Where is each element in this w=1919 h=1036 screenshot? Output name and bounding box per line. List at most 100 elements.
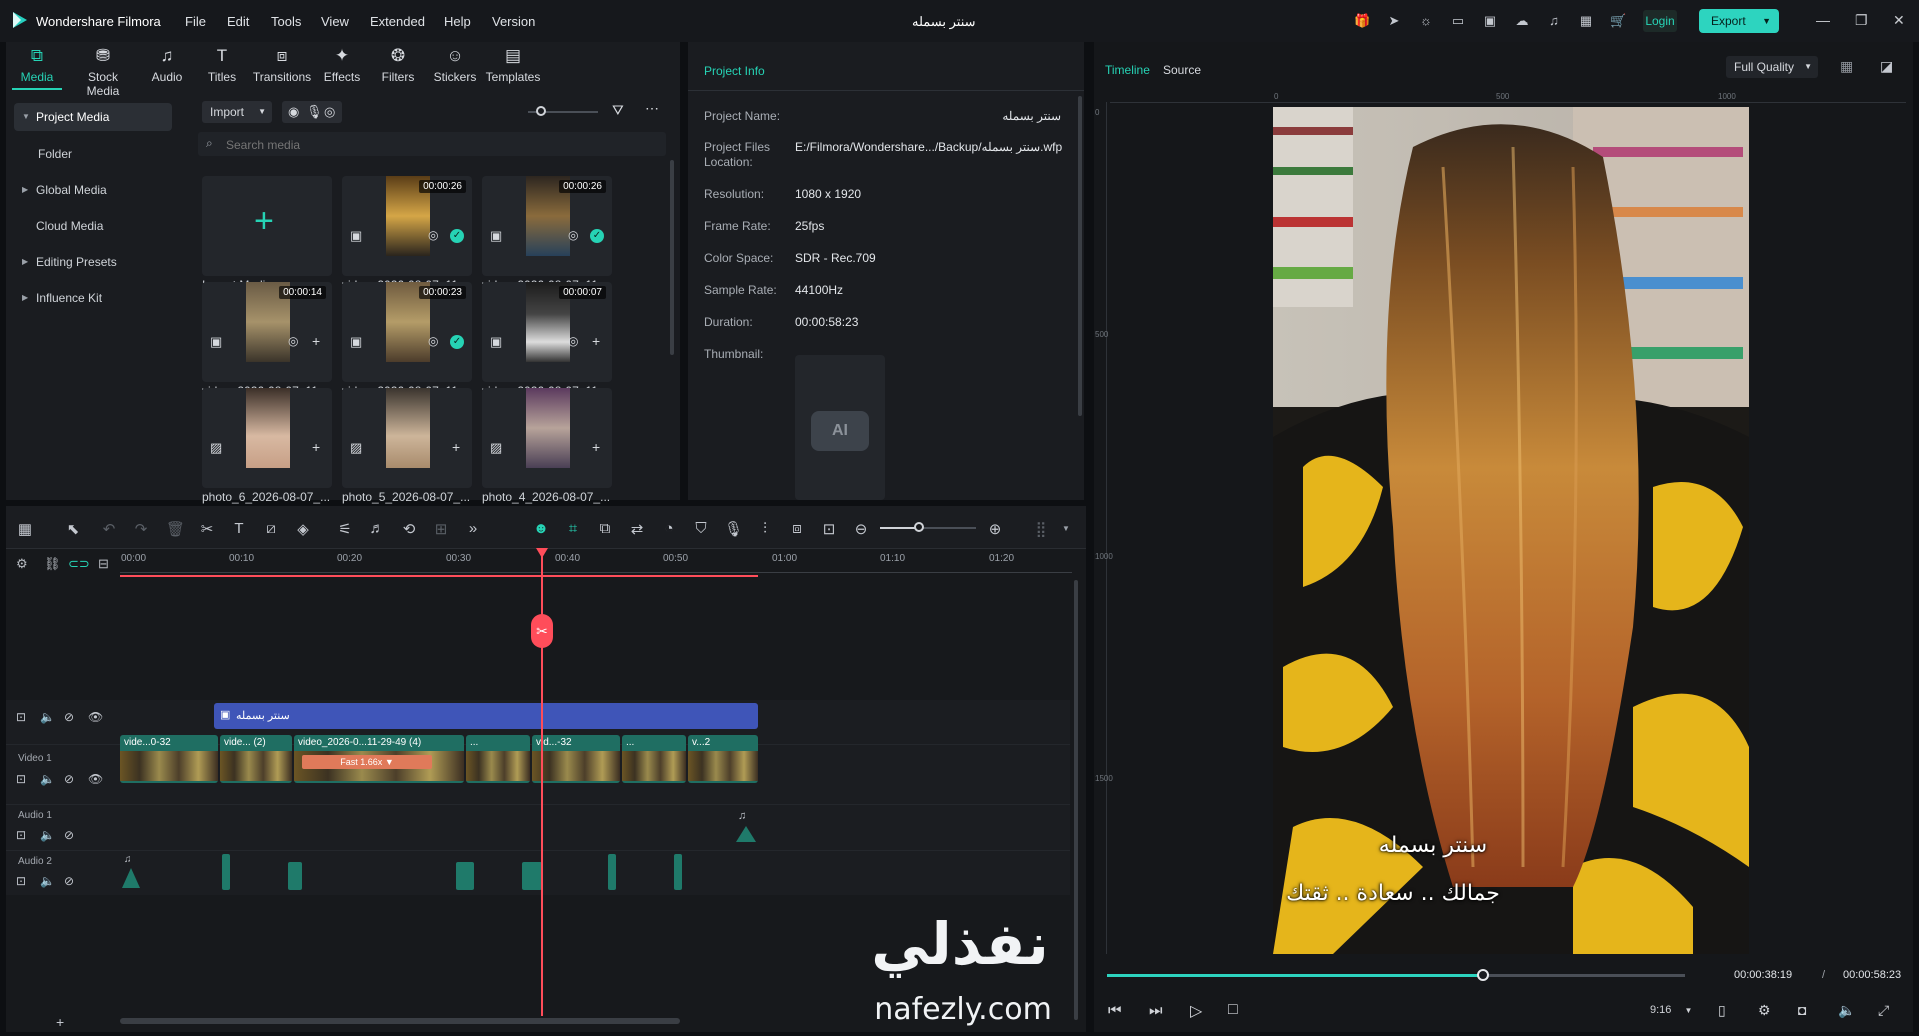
effect-tool-icon[interactable]: ⊞ xyxy=(432,520,450,538)
tab-source[interactable]: Source xyxy=(1163,63,1201,77)
media-scrollbar[interactable] xyxy=(670,160,674,355)
menu-help[interactable]: Help xyxy=(444,14,471,29)
thumbnail-size-slider[interactable] xyxy=(528,106,598,116)
ai-copilot-icon[interactable]: ☻ xyxy=(532,520,550,537)
bookmark-icon[interactable]: ▯ xyxy=(1718,1002,1726,1019)
menu-version[interactable]: Version xyxy=(492,14,535,29)
progress-handle[interactable] xyxy=(1476,969,1489,981)
export-button[interactable]: Export ▼ xyxy=(1699,9,1779,33)
filter-icon[interactable]: ⛛ xyxy=(612,102,624,119)
audio-clip[interactable]: ♫ xyxy=(734,810,758,844)
menu-view[interactable]: View xyxy=(321,14,349,29)
video-clip[interactable]: video_2026-0...11-29-49 (4) Fast 1.66x ▼ xyxy=(294,735,464,783)
tab-audio[interactable]: ♫ Audio xyxy=(137,46,197,84)
video-preview[interactable]: سنتر بسمله جمالك .. سعادة .. ثقتك xyxy=(1273,107,1749,954)
crop-icon[interactable]: ⧄ xyxy=(262,520,280,537)
audio-clip[interactable] xyxy=(522,862,542,890)
thumbnail-placeholder[interactable]: AI xyxy=(795,355,885,500)
lightbulb-icon[interactable]: ☼ xyxy=(1418,13,1434,29)
playback-progress-bar[interactable] xyxy=(1107,969,1685,981)
video-clip[interactable]: v...2 xyxy=(688,735,758,783)
sidebar-item-influence-kit[interactable]: ▶ Influence Kit xyxy=(14,284,172,312)
add-icon[interactable]: + xyxy=(592,439,600,455)
tab-templates[interactable]: ▤ Templates xyxy=(483,46,543,84)
aspect-ratio-dropdown[interactable]: 9:16 ▼ xyxy=(1650,1004,1692,1016)
track-mute-icon[interactable]: ⊘ xyxy=(64,874,74,888)
more-tools-icon[interactable]: » xyxy=(464,520,482,537)
zoom-out-icon[interactable]: ⊖ xyxy=(852,520,870,538)
sidebar-item-folder[interactable]: Folder xyxy=(14,140,172,168)
playhead-handle[interactable] xyxy=(536,548,548,558)
media-item[interactable]: 00:00:14 ▣ ◎ + video_2026-08-07_11-... xyxy=(202,282,332,398)
media-item[interactable]: ▨ + photo_4_2026-08-07_... xyxy=(482,388,612,504)
menu-tools[interactable]: Tools xyxy=(271,14,301,29)
speech-to-text-icon[interactable]: ⚟ xyxy=(336,520,354,538)
apps-icon[interactable]: ▦ xyxy=(1578,13,1594,29)
import-dropdown[interactable]: Import ▼ xyxy=(202,101,272,123)
menu-extended[interactable]: Extended xyxy=(370,14,425,29)
sidebar-item-editing-presets[interactable]: ▶ Editing Presets xyxy=(14,248,172,276)
select-tool-icon[interactable]: ⬉ xyxy=(64,520,82,538)
track-visibility-icon[interactable]: 👁 xyxy=(88,772,103,786)
play-icon[interactable]: ▷ xyxy=(1190,1001,1202,1021)
video-clip[interactable]: vid...-32 xyxy=(532,735,620,783)
render-settings-icon[interactable]: ⚙ xyxy=(1758,1002,1771,1019)
menu-edit[interactable]: Edit xyxy=(227,14,249,29)
auto-ripple-icon[interactable]: ◔ xyxy=(660,520,678,537)
media-item[interactable]: ▨ + photo_6_2026-08-07_... xyxy=(202,388,332,504)
snap-icon[interactable]: ⌗ xyxy=(564,520,582,537)
voice-icon[interactable]: ◎ xyxy=(324,104,335,120)
close-icon[interactable]: ✕ xyxy=(1893,12,1905,29)
track-lock-icon[interactable]: ⊡ xyxy=(16,772,26,786)
previous-frame-icon[interactable]: ⏮ xyxy=(1108,1002,1122,1019)
track-mute-icon[interactable]: ⊘ xyxy=(64,772,74,786)
audio-clip[interactable] xyxy=(674,854,682,890)
track-lock-icon[interactable]: ⊡ xyxy=(16,710,26,724)
split-icon[interactable]: ✂ xyxy=(198,520,216,538)
headset-icon[interactable]: ♫ xyxy=(1546,13,1562,29)
track-volume-icon[interactable]: 🔈 xyxy=(40,710,55,724)
marker-icon[interactable]: ⧉ xyxy=(596,520,614,537)
audio-clip[interactable] xyxy=(288,862,302,890)
magnet-icon[interactable]: ⊂⊃ xyxy=(68,556,90,572)
search-bar[interactable]: ⌕ xyxy=(198,132,666,156)
text-tool-icon[interactable]: T xyxy=(230,520,248,537)
add-icon[interactable]: + xyxy=(312,333,320,349)
more-options-icon[interactable]: ⋯ xyxy=(645,100,659,117)
tab-titles[interactable]: T Titles xyxy=(192,46,252,84)
search-input[interactable] xyxy=(224,135,658,155)
media-item[interactable]: 00:00:26 ▣ ◎ ✓ video_2026-08-07_11-... xyxy=(342,176,472,292)
delete-icon[interactable]: 🗑 xyxy=(166,520,185,538)
microphone-icon[interactable]: 🎙 xyxy=(724,520,743,538)
tab-media[interactable]: ⧉ Media xyxy=(7,46,67,84)
audio-clip[interactable] xyxy=(608,854,616,890)
cart-icon[interactable]: 🛒 xyxy=(1610,13,1626,29)
tab-stock-media[interactable]: ⛃ Stock Media xyxy=(72,46,134,98)
monitor-icon[interactable]: ▭ xyxy=(1450,13,1466,29)
import-media-tile[interactable]: + Import Media xyxy=(202,176,332,292)
layout-icon[interactable]: ▦ xyxy=(16,520,34,538)
add-icon[interactable]: + xyxy=(312,439,320,455)
media-item[interactable]: 00:00:23 ▣ ◎ ✓ video_2026-08-07_11-... xyxy=(342,282,472,398)
tab-stickers[interactable]: ☺ Stickers xyxy=(425,46,485,84)
track-mute-icon[interactable]: ⊘ xyxy=(64,828,74,842)
tab-transitions[interactable]: ⧈ Transitions xyxy=(252,46,312,84)
track-volume-icon[interactable]: 🔈 xyxy=(40,828,55,842)
sidebar-item-cloud-media[interactable]: Cloud Media xyxy=(14,212,172,240)
info-scrollbar[interactable] xyxy=(1078,96,1082,416)
audio-clip[interactable]: ♫ xyxy=(122,854,140,888)
add-track-icon[interactable]: ⊟ xyxy=(98,556,109,572)
undo-icon[interactable]: ↶ xyxy=(100,520,118,538)
save-icon[interactable]: ▣ xyxy=(1482,13,1498,29)
snapshot-icon[interactable]: ◘ xyxy=(1798,1002,1806,1018)
shield-icon[interactable]: ⛉ xyxy=(692,520,710,537)
media-item[interactable]: 00:00:26 ▣ ◎ ✓ video_2026-08-07_11-... xyxy=(482,176,612,292)
volume-icon[interactable]: 🔈 xyxy=(1838,1002,1855,1019)
track-volume-icon[interactable]: 🔈 xyxy=(40,772,55,786)
scope-icon[interactable]: ◪ xyxy=(1880,58,1893,75)
audio-clip[interactable] xyxy=(222,854,230,890)
minimize-icon[interactable]: — xyxy=(1816,12,1830,28)
settings-icon[interactable]: ⚙ xyxy=(16,556,28,572)
audio-mixer-icon[interactable]: ⫶ xyxy=(756,520,774,537)
link-icon[interactable]: ⛓ xyxy=(44,556,61,572)
